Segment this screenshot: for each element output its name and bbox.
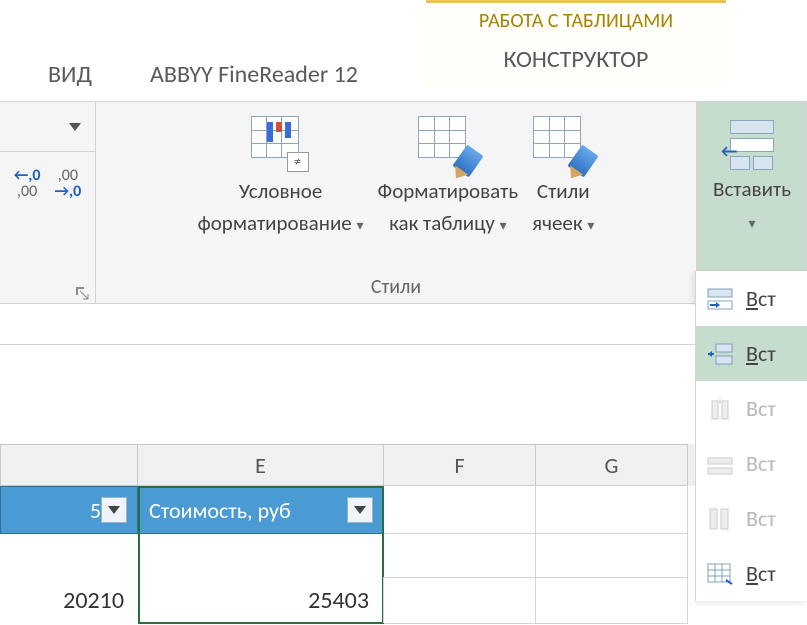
ribbon: ←,0 ,00 ,00 →,0 ≠ Условное форматировани… — [0, 102, 807, 304]
table-header-cell-D[interactable]: 5 — [0, 486, 138, 534]
cell-E-value[interactable]: 25403 — [138, 577, 384, 623]
insert-sheet-icon — [706, 562, 734, 586]
ribbon-group-styles: ≠ Условное форматирование ▾ Форматироват… — [96, 102, 697, 303]
insert-menu-item-1[interactable]: Вст — [696, 271, 807, 326]
cell-styles-icon — [533, 116, 593, 172]
styles-group-label: Стили — [96, 275, 696, 303]
insert-menu-item-5: Вст — [696, 491, 807, 546]
column-headers: E F G — [0, 444, 695, 486]
tab-constructor[interactable]: КОНСТРУКТОР — [426, 37, 726, 86]
format-as-table-icon — [418, 116, 478, 172]
formula-bar-area[interactable] — [0, 305, 695, 345]
column-header-F[interactable]: F — [384, 444, 536, 486]
insert-menu-item-6[interactable]: Вст — [696, 546, 807, 601]
column-header-G[interactable]: G — [536, 444, 688, 486]
insert-column-icon — [706, 507, 734, 531]
insert-menu-item-4: Вст — [696, 436, 807, 491]
format-as-table-button[interactable]: Форматировать как таблицу ▾ — [374, 116, 523, 237]
chevron-down-icon — [69, 123, 81, 131]
context-tab-group: РАБОТА С ТАБЛИЦАМИ КОНСТРУКТОР — [426, 0, 726, 86]
tab-abbyy[interactable]: ABBYY FineReader 12 — [130, 60, 378, 101]
ribbon-tabs: ВИД ABBYY FineReader 12 РАБОТА С ТАБЛИЦА… — [0, 0, 807, 102]
context-tab-super: РАБОТА С ТАБЛИЦАМИ — [426, 0, 726, 37]
column-header-D[interactable] — [0, 444, 138, 486]
number-group-launcher[interactable] — [75, 283, 89, 297]
insert-row-icon — [706, 342, 734, 366]
insert-menu-item-3: Вст — [696, 381, 807, 436]
filter-button-E[interactable] — [347, 497, 373, 523]
worksheet-area[interactable]: E F G 5 Стоимость, руб 20210 25403 — [0, 305, 695, 625]
decrease-decimal-button[interactable]: ,00 →,0 — [55, 168, 82, 200]
number-format-dropdown[interactable] — [0, 102, 95, 152]
tab-view[interactable]: ВИД — [28, 60, 112, 101]
insert-dropdown-menu: Вст Вст Вст Вст Вст Вст — [695, 271, 807, 601]
increase-decimal-button[interactable]: ←,0 ,00 — [14, 168, 41, 200]
empty-grid-cells[interactable] — [384, 486, 695, 625]
insert-menu-item-2[interactable]: Вст — [696, 326, 807, 381]
insert-sheet-row-icon — [706, 397, 734, 421]
insert-cells-shift-icon — [706, 287, 734, 311]
table-header-cell-E[interactable]: Стоимость, руб — [138, 486, 384, 534]
conditional-formatting-icon: ≠ — [251, 116, 311, 172]
filter-button-D[interactable] — [101, 497, 127, 523]
insert-cells-icon: ← — [723, 116, 781, 170]
insert-sheet-column-icon — [706, 452, 734, 476]
cell-D-value[interactable]: 20210 — [0, 577, 138, 623]
column-header-E[interactable]: E — [138, 444, 384, 486]
table-data-row: 20210 25403 — [0, 577, 384, 623]
table-header-row: 5 Стоимость, руб — [0, 486, 384, 534]
insert-button[interactable]: ← Вставить ▾ — [709, 116, 795, 235]
conditional-formatting-button[interactable]: ≠ Условное форматирование ▾ — [194, 116, 368, 237]
ribbon-group-number: ←,0 ,00 ,00 →,0 — [0, 102, 96, 303]
cell-styles-button[interactable]: Стили ячеек ▾ — [528, 116, 598, 237]
